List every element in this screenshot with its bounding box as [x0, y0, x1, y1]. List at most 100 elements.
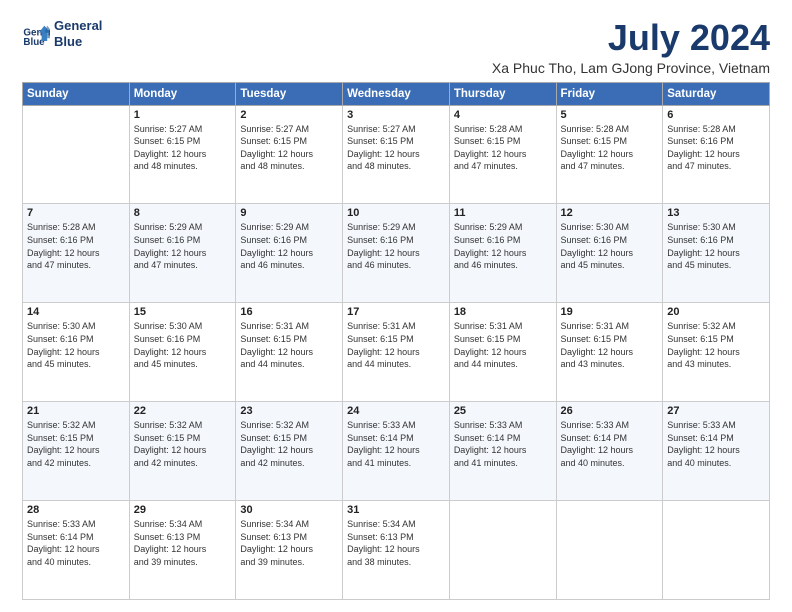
- calendar-cell: 6 Sunrise: 5:28 AM Sunset: 6:16 PM Daylig…: [663, 105, 770, 204]
- day-number: 24: [347, 405, 445, 417]
- day-number: 28: [27, 504, 125, 516]
- location: Xa Phuc Tho, Lam GJong Province, Vietnam: [492, 60, 770, 76]
- title-block: July 2024 Xa Phuc Tho, Lam GJong Provinc…: [492, 18, 770, 76]
- day-info: Sunrise: 5:33 AM Sunset: 6:14 PM Dayligh…: [667, 419, 765, 469]
- calendar-cell: 24 Sunrise: 5:33 AM Sunset: 6:14 PM Dayli…: [343, 402, 450, 501]
- calendar-cell: 23Sunrise: 5:32 AM Sunset: 6:15 PM Dayli…: [236, 402, 343, 501]
- calendar-cell: 18 Sunrise: 5:31 AM Sunset: 6:15 PM Dayli…: [449, 303, 556, 402]
- day-info: Sunrise: 5:29 AM Sunset: 6:16 PM Dayligh…: [347, 221, 445, 271]
- calendar-cell: 28 Sunrise: 5:33 AM Sunset: 6:14 PM Dayli…: [23, 501, 130, 600]
- calendar-cell: 1Sunrise: 5:27 AM Sunset: 6:15 PM Daylig…: [129, 105, 236, 204]
- day-number: 29: [134, 504, 232, 516]
- calendar-cell: 10 Sunrise: 5:29 AM Sunset: 6:16 PM Dayli…: [343, 204, 450, 303]
- calendar-cell: 19 Sunrise: 5:31 AM Sunset: 6:15 PM Dayli…: [556, 303, 663, 402]
- calendar-cell: 15 Sunrise: 5:30 AM Sunset: 6:16 PM Dayli…: [129, 303, 236, 402]
- day-number: 27: [667, 405, 765, 417]
- day-number: 17: [347, 306, 445, 318]
- day-info: Sunrise: 5:34 AM Sunset: 6:13 PM Dayligh…: [347, 518, 445, 568]
- day-info: Sunrise: 5:29 AM Sunset: 6:16 PM Dayligh…: [454, 221, 552, 271]
- calendar-week-row: 14 Sunrise: 5:30 AM Sunset: 6:16 PM Dayli…: [23, 303, 770, 402]
- calendar-cell: 26 Sunrise: 5:33 AM Sunset: 6:14 PM Dayli…: [556, 402, 663, 501]
- day-number: 11: [454, 207, 552, 219]
- day-number: 26: [561, 405, 659, 417]
- calendar-cell: 17 Sunrise: 5:31 AM Sunset: 6:15 PM Dayli…: [343, 303, 450, 402]
- day-info: Sunrise: 5:30 AM Sunset: 6:16 PM Dayligh…: [27, 320, 125, 370]
- calendar-cell: 16 Sunrise: 5:31 AM Sunset: 6:15 PM Dayli…: [236, 303, 343, 402]
- day-info: Sunrise: 5:33 AM Sunset: 6:14 PM Dayligh…: [454, 419, 552, 469]
- day-info: Sunrise: 5:30 AM Sunset: 6:16 PM Dayligh…: [561, 221, 659, 271]
- col-friday: Friday: [556, 82, 663, 105]
- day-number: 14: [27, 306, 125, 318]
- day-info: Sunrise: 5:31 AM Sunset: 6:15 PM Dayligh…: [240, 320, 338, 370]
- col-tuesday: Tuesday: [236, 82, 343, 105]
- day-info: Sunrise: 5:29 AM Sunset: 6:16 PM Dayligh…: [240, 221, 338, 271]
- day-number: 31: [347, 504, 445, 516]
- day-info: Sunrise: 5:29 AM Sunset: 6:16 PM Dayligh…: [134, 221, 232, 271]
- calendar-cell: 22Sunrise: 5:32 AM Sunset: 6:15 PM Dayli…: [129, 402, 236, 501]
- day-info: Sunrise: 5:34 AM Sunset: 6:13 PM Dayligh…: [134, 518, 232, 568]
- calendar-week-row: 28 Sunrise: 5:33 AM Sunset: 6:14 PM Dayli…: [23, 501, 770, 600]
- day-info: Sunrise: 5:34 AM Sunset: 6:13 PM Dayligh…: [240, 518, 338, 568]
- calendar-cell: 13Sunrise: 5:30 AM Sunset: 6:16 PM Dayli…: [663, 204, 770, 303]
- calendar-cell: [663, 501, 770, 600]
- day-number: 23: [240, 405, 338, 417]
- day-info: Sunrise: 5:30 AM Sunset: 6:16 PM Dayligh…: [134, 320, 232, 370]
- day-info: Sunrise: 5:32 AM Sunset: 6:15 PM Dayligh…: [27, 419, 125, 469]
- day-number: 20: [667, 306, 765, 318]
- calendar-cell: [449, 501, 556, 600]
- logo: General Blue General Blue: [22, 18, 102, 49]
- day-info: Sunrise: 5:31 AM Sunset: 6:15 PM Dayligh…: [347, 320, 445, 370]
- day-number: 8: [134, 207, 232, 219]
- calendar-cell: 31 Sunrise: 5:34 AM Sunset: 6:13 PM Dayli…: [343, 501, 450, 600]
- calendar-cell: 30 Sunrise: 5:34 AM Sunset: 6:13 PM Dayli…: [236, 501, 343, 600]
- logo-line1: General: [54, 18, 102, 34]
- day-number: 21: [27, 405, 125, 417]
- calendar-cell: 14 Sunrise: 5:30 AM Sunset: 6:16 PM Dayli…: [23, 303, 130, 402]
- day-number: 6: [667, 109, 765, 121]
- day-number: 25: [454, 405, 552, 417]
- day-info: Sunrise: 5:33 AM Sunset: 6:14 PM Dayligh…: [27, 518, 125, 568]
- month-title: July 2024: [492, 18, 770, 58]
- calendar-cell: 8 Sunrise: 5:29 AM Sunset: 6:16 PM Daylig…: [129, 204, 236, 303]
- day-number: 2: [240, 109, 338, 121]
- calendar-week-row: 21 Sunrise: 5:32 AM Sunset: 6:15 PM Dayli…: [23, 402, 770, 501]
- calendar-cell: 4Sunrise: 5:28 AM Sunset: 6:15 PM Daylig…: [449, 105, 556, 204]
- col-wednesday: Wednesday: [343, 82, 450, 105]
- day-info: Sunrise: 5:32 AM Sunset: 6:15 PM Dayligh…: [667, 320, 765, 370]
- calendar-cell: 9Sunrise: 5:29 AM Sunset: 6:16 PM Daylig…: [236, 204, 343, 303]
- calendar-cell: 25 Sunrise: 5:33 AM Sunset: 6:14 PM Dayli…: [449, 402, 556, 501]
- calendar-cell: 3Sunrise: 5:27 AM Sunset: 6:15 PM Daylig…: [343, 105, 450, 204]
- day-number: 12: [561, 207, 659, 219]
- day-number: 15: [134, 306, 232, 318]
- day-info: Sunrise: 5:27 AM Sunset: 6:15 PM Dayligh…: [240, 123, 338, 173]
- col-sunday: Sunday: [23, 82, 130, 105]
- day-info: Sunrise: 5:33 AM Sunset: 6:14 PM Dayligh…: [561, 419, 659, 469]
- logo-icon: General Blue: [22, 20, 50, 48]
- day-info: Sunrise: 5:28 AM Sunset: 6:16 PM Dayligh…: [667, 123, 765, 173]
- col-monday: Monday: [129, 82, 236, 105]
- day-number: 10: [347, 207, 445, 219]
- day-number: 19: [561, 306, 659, 318]
- logo-line2: Blue: [54, 34, 102, 50]
- day-number: 4: [454, 109, 552, 121]
- day-number: 30: [240, 504, 338, 516]
- calendar-cell: 5 Sunrise: 5:28 AM Sunset: 6:15 PM Daylig…: [556, 105, 663, 204]
- day-number: 13: [667, 207, 765, 219]
- calendar-week-row: 7Sunrise: 5:28 AM Sunset: 6:16 PM Daylig…: [23, 204, 770, 303]
- calendar-header-row: Sunday Monday Tuesday Wednesday Thursday…: [23, 82, 770, 105]
- day-info: Sunrise: 5:27 AM Sunset: 6:15 PM Dayligh…: [347, 123, 445, 173]
- day-number: 7: [27, 207, 125, 219]
- calendar-cell: 11 Sunrise: 5:29 AM Sunset: 6:16 PM Dayli…: [449, 204, 556, 303]
- day-info: Sunrise: 5:31 AM Sunset: 6:15 PM Dayligh…: [561, 320, 659, 370]
- calendar-cell: 12 Sunrise: 5:30 AM Sunset: 6:16 PM Dayli…: [556, 204, 663, 303]
- day-info: Sunrise: 5:33 AM Sunset: 6:14 PM Dayligh…: [347, 419, 445, 469]
- day-number: 5: [561, 109, 659, 121]
- calendar-cell: [556, 501, 663, 600]
- calendar-table: Sunday Monday Tuesday Wednesday Thursday…: [22, 82, 770, 600]
- day-info: Sunrise: 5:28 AM Sunset: 6:15 PM Dayligh…: [561, 123, 659, 173]
- day-number: 16: [240, 306, 338, 318]
- day-info: Sunrise: 5:27 AM Sunset: 6:15 PM Dayligh…: [134, 123, 232, 173]
- day-number: 18: [454, 306, 552, 318]
- day-number: 22: [134, 405, 232, 417]
- day-info: Sunrise: 5:31 AM Sunset: 6:15 PM Dayligh…: [454, 320, 552, 370]
